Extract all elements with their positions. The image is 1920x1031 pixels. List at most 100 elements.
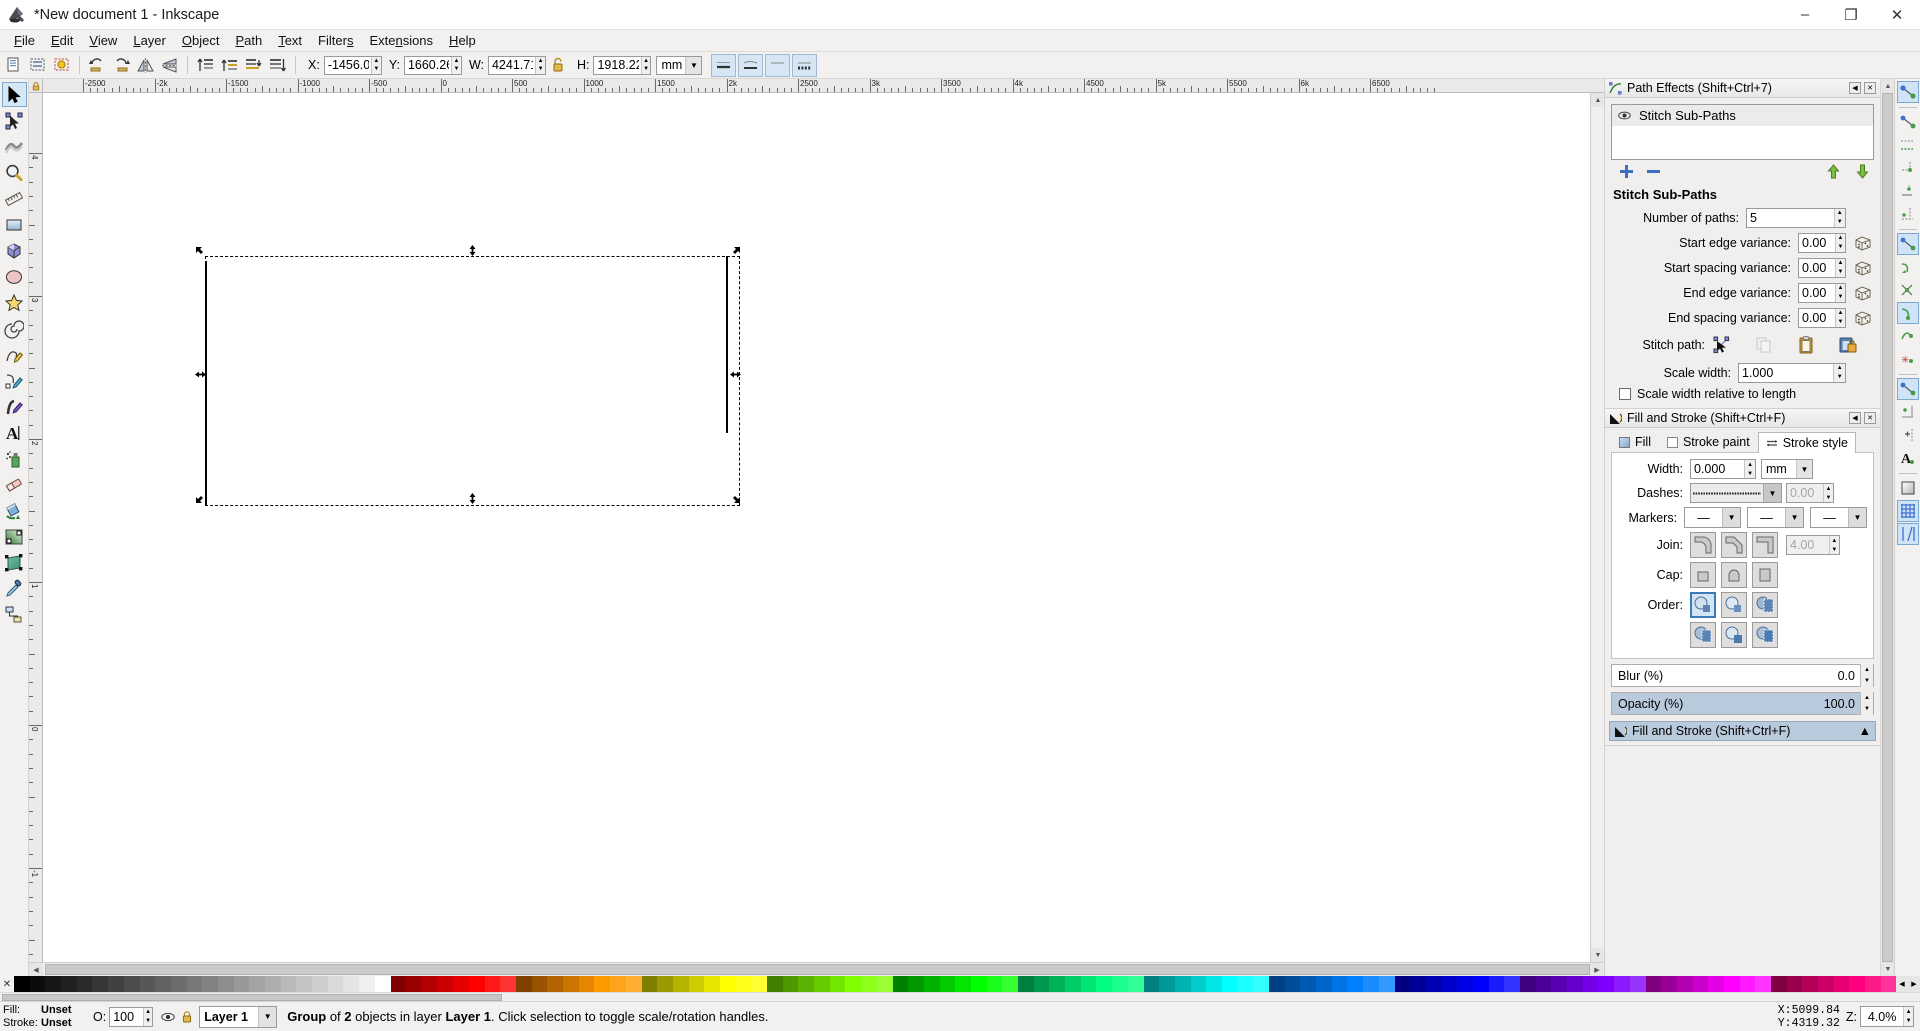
raise-to-top-icon[interactable]	[194, 54, 217, 77]
scale-relative-checkbox[interactable]	[1619, 388, 1631, 400]
palette-swatch[interactable]	[1692, 976, 1709, 992]
palette-swatch[interactable]	[1472, 976, 1489, 992]
palette-swatch[interactable]	[1096, 976, 1113, 992]
blur-row[interactable]: Blur (%) 0.0 ▲ ▼	[1611, 664, 1874, 687]
number-of-paths-input[interactable]	[1747, 208, 1834, 227]
palette-swatch[interactable]	[986, 976, 1003, 992]
palette-swatch[interactable]	[1269, 976, 1285, 992]
palette-swatch[interactable]	[406, 976, 422, 992]
number-of-paths-field[interactable]: ▲▼	[1746, 207, 1846, 228]
dash-offset-stepper[interactable]: ▲ ▼	[1823, 484, 1833, 502]
palette-swatch[interactable]	[343, 976, 360, 992]
bucket-fill-tool[interactable]	[2, 498, 27, 523]
remove-effect-button[interactable]	[1646, 164, 1661, 179]
palette-swatch[interactable]	[798, 976, 815, 992]
lower-to-bottom-icon[interactable]	[266, 54, 289, 77]
x-input[interactable]	[324, 56, 371, 74]
palette-swatch[interactable]	[233, 976, 250, 992]
palette-swatch[interactable]	[1206, 976, 1222, 992]
path-effects-list[interactable]: Stitch Sub-Paths	[1611, 104, 1874, 160]
palette-swatch[interactable]	[610, 976, 626, 992]
maximize-button[interactable]: ❐	[1828, 0, 1874, 30]
cap-butt-button[interactable]	[1690, 562, 1716, 588]
palette-swatch[interactable]	[1739, 976, 1756, 992]
palette-swatch[interactable]	[217, 976, 234, 992]
palette-swatch[interactable]	[92, 976, 109, 992]
end-edge-variance-field[interactable]: ▲▼	[1798, 282, 1846, 303]
opacity-stepper[interactable]: ▲ ▼	[142, 1007, 153, 1026]
palette-swatch[interactable]	[1582, 976, 1599, 992]
palette-swatch[interactable]	[531, 976, 548, 992]
palette-swatch[interactable]	[1394, 976, 1411, 992]
menu-help[interactable]: Help	[441, 32, 484, 49]
minimize-button[interactable]: –	[1782, 0, 1828, 30]
palette-swatch[interactable]	[688, 976, 705, 992]
palette-swatch[interactable]	[1221, 976, 1238, 992]
snap-rotation-center-button[interactable]	[1897, 424, 1919, 446]
menu-filters[interactable]: Filters	[310, 32, 361, 49]
palette-swatch[interactable]	[1457, 976, 1473, 992]
palette-swatch[interactable]	[1410, 976, 1426, 992]
palette-swatch[interactable]	[1300, 976, 1317, 992]
snap-path-intersection-button[interactable]	[1897, 279, 1919, 301]
palette-swatch[interactable]	[751, 976, 767, 992]
start-spacing-variance-stepper[interactable]: ▲ ▼	[1835, 258, 1845, 277]
snap-bbox-corner-button[interactable]	[1897, 157, 1919, 179]
y-stepper[interactable]: ▲ ▼	[451, 56, 461, 74]
selection-handle-nw[interactable]	[195, 246, 204, 255]
stroke-width-stepper[interactable]: ▲ ▼	[1744, 460, 1755, 478]
number-of-paths-stepper[interactable]: ▲ ▼	[1833, 208, 1845, 227]
palette-swatch[interactable]	[672, 976, 689, 992]
snap-path-button[interactable]	[1897, 256, 1919, 278]
close-panel-icon[interactable]: ✕	[1864, 82, 1876, 94]
eraser-tool[interactable]	[2, 472, 27, 497]
close-panel-icon[interactable]: ✕	[1864, 412, 1876, 424]
palette-swatch[interactable]	[547, 976, 564, 992]
palette-swatch[interactable]	[108, 976, 124, 992]
palette-scrollbar[interactable]	[0, 992, 1920, 1001]
flip-vertical-icon[interactable]	[158, 54, 181, 77]
palette-swatch[interactable]	[861, 976, 877, 992]
w-stepper[interactable]: ▲ ▼	[535, 56, 545, 74]
scroll-down-icon[interactable]: ▼	[1881, 962, 1895, 976]
palette-swatch[interactable]	[1645, 976, 1662, 992]
palette-swatch[interactable]	[1488, 976, 1505, 992]
menu-view[interactable]: View	[81, 32, 125, 49]
paste-icon[interactable]	[1796, 335, 1816, 355]
palette-swatch[interactable]	[139, 976, 156, 992]
selection-bounding-box[interactable]	[205, 256, 740, 506]
palette-swatch[interactable]	[1551, 976, 1568, 992]
selection-handle-n[interactable]	[467, 245, 476, 256]
marker-start-select[interactable]: — ▼	[1684, 507, 1742, 528]
select-all-icon[interactable]	[2, 54, 25, 77]
dock-scroll-thumb[interactable]	[1882, 93, 1893, 962]
palette-swatch[interactable]	[1786, 976, 1803, 992]
tab-stroke-paint[interactable]: Stroke paint	[1659, 431, 1758, 452]
selector-tool[interactable]	[1, 82, 27, 107]
palette-swatch[interactable]	[735, 976, 752, 992]
snap-bbox-center-button[interactable]	[1897, 203, 1919, 225]
palette-swatch[interactable]	[1567, 976, 1583, 992]
order-stroke-fill-markers-button[interactable]	[1752, 592, 1778, 618]
connector-tool[interactable]	[2, 602, 27, 627]
canvas-vertical-scrollbar[interactable]: ▲ ▼	[1590, 93, 1605, 962]
palette-swatch[interactable]	[61, 976, 77, 992]
node-tool[interactable]	[2, 108, 27, 133]
miter-limit-input[interactable]	[1787, 536, 1829, 554]
dash-offset-input[interactable]	[1787, 484, 1823, 502]
palette-swatch[interactable]	[1755, 976, 1771, 992]
palette-swatch[interactable]	[484, 976, 501, 992]
rotate-90-cw-icon[interactable]	[110, 54, 133, 77]
menu-layer[interactable]: Layer	[125, 32, 174, 49]
palette-swatch[interactable]	[1771, 976, 1787, 992]
palette-swatch[interactable]	[1143, 976, 1160, 992]
blur-stepper[interactable]: ▲ ▼	[1860, 664, 1873, 687]
palette-swatch[interactable]	[1661, 976, 1677, 992]
scale-width-input[interactable]	[1739, 363, 1834, 382]
scroll-right-icon[interactable]: ▶	[1590, 963, 1604, 977]
affect-stroke-width-toggle[interactable]	[711, 53, 737, 77]
close-button[interactable]: ✕	[1874, 0, 1920, 30]
opacity-row[interactable]: Opacity (%) 100.0 ▲ ▼	[1611, 692, 1874, 715]
palette-swatch[interactable]	[1112, 976, 1128, 992]
tab-stroke-style[interactable]: Stroke style	[1757, 432, 1856, 453]
